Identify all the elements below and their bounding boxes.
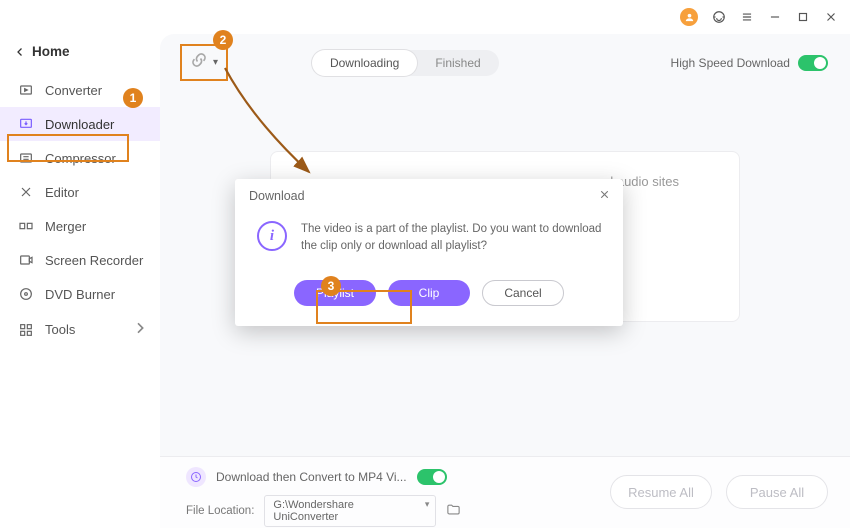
cancel-button[interactable]: Cancel	[482, 280, 564, 306]
file-location-select[interactable]: G:\Wondershare UniConverter	[264, 495, 436, 527]
menu-icon[interactable]	[740, 10, 754, 24]
maximize-icon[interactable]	[796, 10, 810, 24]
dvd-icon	[18, 286, 34, 302]
sidebar-item-dvd-burner[interactable]: DVD Burner	[0, 277, 160, 311]
converter-icon	[18, 82, 34, 98]
annotation-box-1	[7, 134, 129, 162]
resume-all-button[interactable]: Resume All	[610, 475, 712, 509]
minimize-icon[interactable]	[768, 10, 782, 24]
chevron-right-icon	[132, 320, 148, 339]
dialog-close-button[interactable]	[598, 188, 611, 204]
tools-icon	[18, 322, 34, 338]
support-icon[interactable]	[712, 10, 726, 24]
downloader-icon	[18, 116, 34, 132]
tab-downloading[interactable]: Downloading	[312, 50, 417, 76]
download-dialog: Download i The video is a part of the pl…	[235, 179, 623, 326]
open-folder-icon[interactable]	[446, 502, 461, 520]
sidebar-item-tools[interactable]: Tools	[0, 311, 160, 348]
user-avatar[interactable]	[680, 8, 698, 26]
recorder-icon	[18, 252, 34, 268]
sidebar-item-merger[interactable]: Merger	[0, 209, 160, 243]
paste-url-button[interactable]: ▾	[182, 46, 226, 79]
clock-icon	[186, 467, 206, 487]
high-speed-toggle[interactable]	[798, 55, 828, 71]
callout-1: 1	[123, 88, 143, 108]
tab-finished[interactable]: Finished	[417, 50, 498, 76]
info-icon: i	[257, 221, 287, 251]
dialog-message: The video is a part of the playlist. Do …	[301, 221, 605, 256]
editor-icon	[18, 184, 34, 200]
home-back[interactable]: Home	[0, 38, 160, 73]
callout-2: 2	[213, 30, 233, 50]
file-location-label: File Location:	[186, 505, 254, 517]
sidebar-item-editor[interactable]: Editor	[0, 175, 160, 209]
convert-label: Download then Convert to MP4 Vi...	[216, 470, 407, 484]
callout-3: 3	[321, 276, 341, 296]
status-tabs: Downloading Finished	[312, 50, 499, 76]
home-label: Home	[32, 44, 70, 59]
close-icon[interactable]	[824, 10, 838, 24]
merger-icon	[18, 218, 34, 234]
dialog-title: Download	[249, 189, 305, 203]
hsd-label: High Speed Download	[671, 56, 790, 70]
convert-toggle[interactable]	[417, 469, 447, 485]
pause-all-button[interactable]: Pause All	[726, 475, 828, 509]
sidebar-item-screen-recorder[interactable]: Screen Recorder	[0, 243, 160, 277]
